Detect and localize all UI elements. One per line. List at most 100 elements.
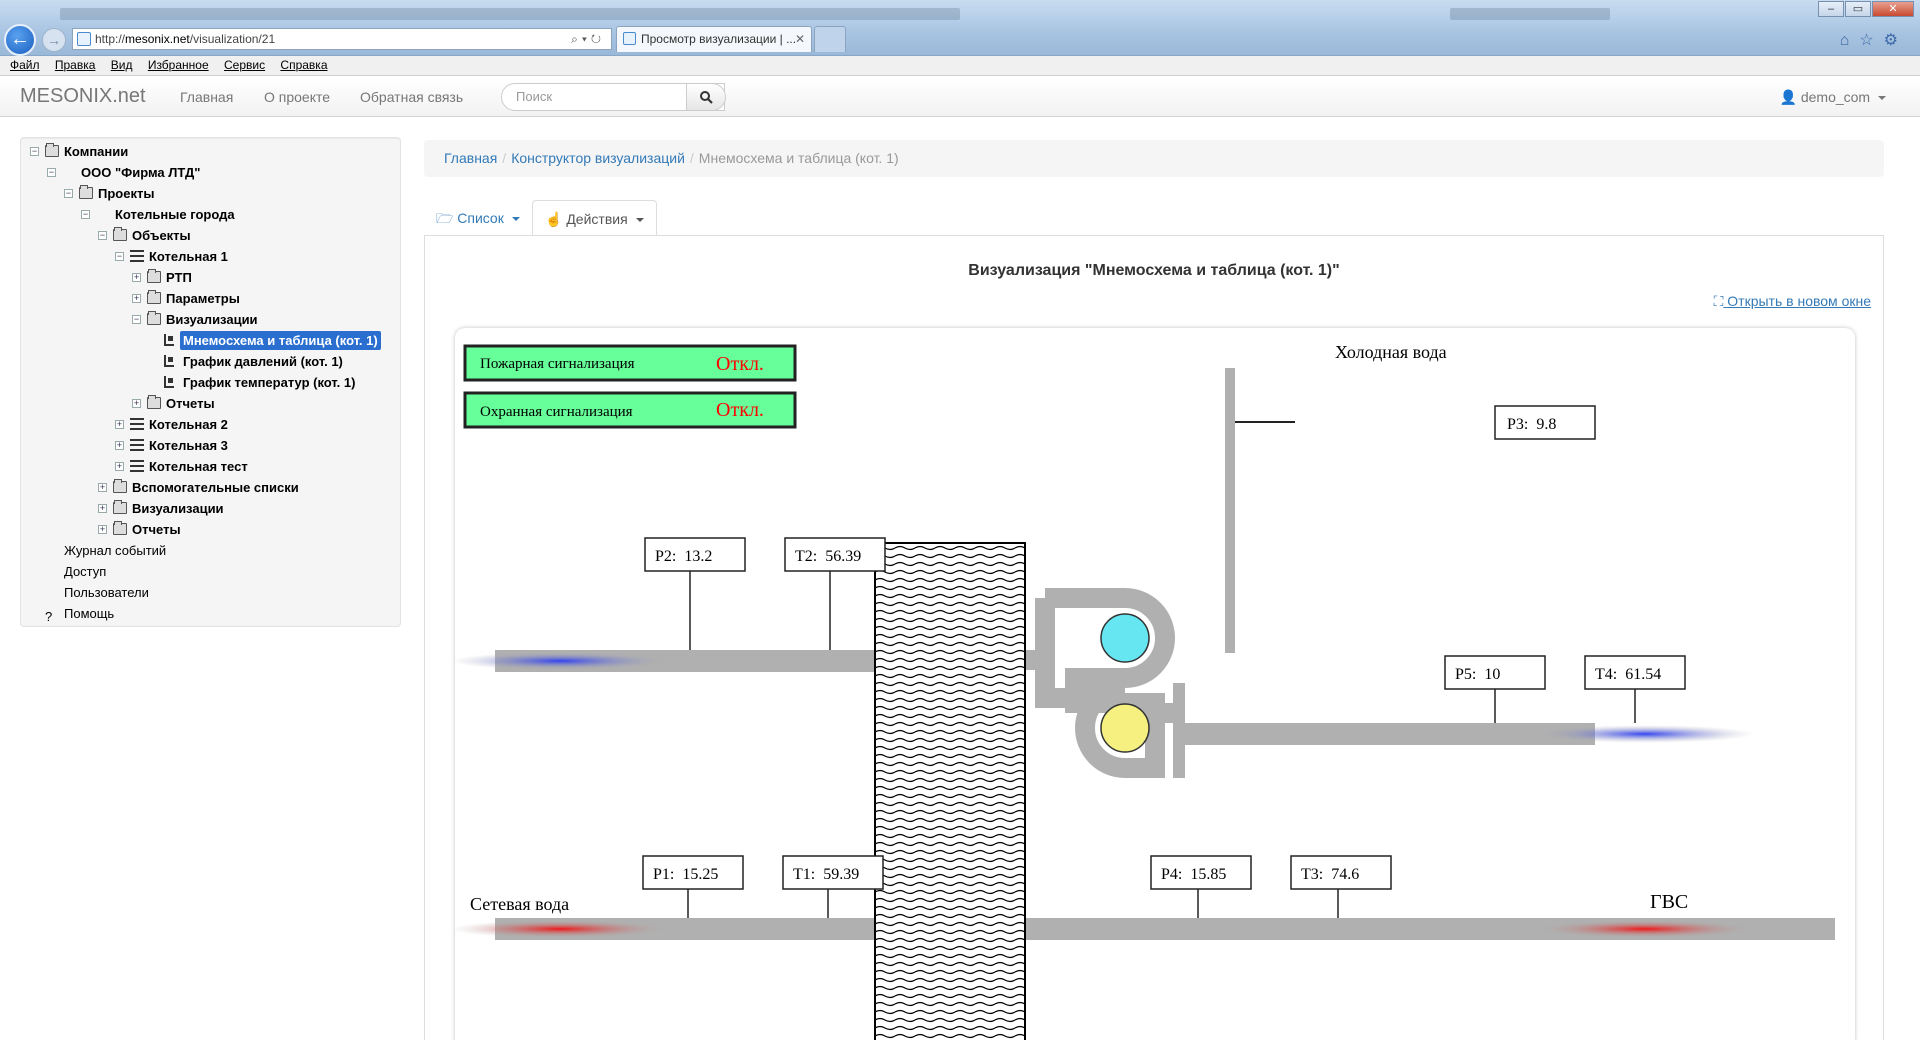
app-navbar: MESONIX.net Главная О проекте Обратная с…	[0, 77, 1920, 117]
tab-close-icon[interactable]: ✕	[795, 27, 805, 51]
computer-icon	[96, 208, 110, 220]
tree-item-label: Отчеты	[166, 396, 215, 411]
window-close-icon[interactable]: ✕	[1872, 1, 1914, 17]
pointer-hand-icon: ☝	[545, 211, 563, 227]
collapse-icon[interactable]: −	[81, 210, 90, 219]
user-name: demo_com	[1800, 89, 1871, 105]
home-icon[interactable]: ⌂	[1840, 32, 1860, 49]
expand-icon[interactable]: +	[98, 525, 107, 534]
collapse-icon[interactable]: −	[30, 147, 39, 156]
site-favicon-icon	[77, 32, 91, 46]
reading-p5: P5: 10	[1444, 655, 1546, 723]
nav-about[interactable]: О проекте	[264, 89, 330, 105]
folder-open-icon	[79, 185, 93, 199]
chart-icon	[164, 334, 174, 346]
user-icon: 👤	[1779, 89, 1797, 105]
blurred-toolbar-right	[1450, 8, 1610, 20]
open-new-window-link[interactable]: ⛶ Открыть в новом окне	[1714, 293, 1871, 310]
expand-icon[interactable]: +	[98, 483, 107, 492]
tree-item-label: Компании	[64, 144, 129, 159]
svg-text:P1:15.25: P1: 15.25	[653, 866, 718, 883]
hot-flow-left	[455, 920, 670, 938]
expand-icon[interactable]: +	[115, 462, 124, 471]
tree-item-label: Мнемосхема и таблица (кот. 1)	[180, 331, 381, 350]
breadcrumb: Главная / Конструктор визуализаций / Мнемосх…	[424, 140, 1884, 177]
list-icon	[130, 460, 144, 472]
tree-item-label: Визуализации	[132, 501, 224, 516]
tree-item-label: График давлений (кот. 1)	[183, 354, 343, 369]
breadcrumb-separator: /	[502, 150, 507, 166]
cold-water-label: Холодная вода	[1335, 342, 1447, 362]
reading-p5-name: P5:	[1455, 666, 1476, 683]
brand-logo[interactable]: MESONIX.net	[20, 85, 146, 108]
pump-assembly	[1035, 588, 1185, 778]
address-tools-icon[interactable]: ⌕▾↻	[571, 29, 605, 49]
tree-item-label: Котельная 2	[149, 417, 228, 432]
breadcrumb-separator: /	[689, 150, 694, 166]
menu-view[interactable]: Вид	[111, 56, 133, 75]
tab-actions[interactable]: ☝ Действия	[532, 200, 657, 236]
tree-item-label: Котельные города	[115, 207, 235, 222]
collapse-icon[interactable]: −	[47, 168, 56, 177]
collapse-icon[interactable]: −	[132, 315, 141, 324]
menu-edit[interactable]: Правка	[55, 56, 96, 75]
reading-p2: P2: 13.2	[644, 537, 746, 650]
settings-gear-icon[interactable]: ⚙	[1884, 32, 1908, 49]
new-tab-button[interactable]	[814, 26, 846, 52]
reading-p1: P1: 15.25	[642, 855, 744, 918]
menu-file[interactable]: Файл	[10, 56, 40, 75]
search-button[interactable]	[686, 83, 726, 111]
favorites-star-icon[interactable]: ☆	[1859, 32, 1883, 49]
reading-t2: T2: 56.39	[784, 537, 886, 650]
address-bar[interactable]: http://mesonix.net/visualization/21 ⌕▾↻	[72, 28, 612, 50]
collapse-icon[interactable]: −	[115, 252, 124, 261]
svg-text:P2:13.2: P2: 13.2	[655, 548, 712, 565]
browser-tab-active[interactable]: Просмотр визуализации | ... ✕	[616, 26, 812, 52]
help-icon: ?	[45, 609, 53, 624]
hot-water-label: ГВС	[1650, 891, 1688, 913]
expand-icon[interactable]: +	[115, 420, 124, 429]
cold-flow-right	[1535, 725, 1755, 743]
expand-icon[interactable]: +	[132, 399, 141, 408]
reading-p5-value: 10	[1484, 666, 1500, 683]
url-prefix: http://	[95, 32, 126, 46]
breadcrumb-constructor[interactable]: Конструктор визуализаций	[511, 150, 685, 166]
heat-exchanger	[874, 542, 1026, 1040]
expand-icon[interactable]: +	[132, 273, 141, 282]
minimize-icon[interactable]: –	[1818, 1, 1844, 17]
menu-favorites[interactable]: Избранное	[148, 56, 209, 75]
expand-icon[interactable]: +	[98, 504, 107, 513]
reading-t1: T1: 59.39	[782, 855, 884, 918]
fire-alarm-box: Пожарная сигнализация Откл.	[463, 344, 797, 382]
back-icon[interactable]: ←	[4, 24, 36, 56]
nav-feedback[interactable]: Обратная связь	[360, 89, 463, 105]
user-menu[interactable]: 👤 demo_com	[1780, 89, 1886, 106]
reading-p3-value: 9.8	[1536, 416, 1556, 433]
menu-help[interactable]: Справка	[280, 56, 327, 75]
folder-icon	[113, 479, 127, 493]
expand-icon[interactable]: +	[115, 441, 124, 450]
browser-tab-title: Просмотр визуализации | ...	[641, 32, 797, 46]
nav-home[interactable]: Главная	[180, 89, 233, 105]
chevron-down-icon	[635, 218, 644, 223]
list-icon	[130, 418, 144, 430]
breadcrumb-home[interactable]: Главная	[444, 150, 497, 166]
reading-p2-name: P2:	[655, 548, 676, 565]
menu-tools[interactable]: Сервис	[224, 56, 265, 75]
collapse-icon[interactable]: −	[64, 189, 73, 198]
browser-menubar: Файл Правка Вид Избранное Сервис Справка	[0, 56, 1920, 76]
forward-icon[interactable]: →	[42, 28, 66, 52]
tree-item-label: Журнал событий	[64, 543, 167, 558]
tree-item-label: Котельная 3	[149, 438, 228, 453]
maximize-icon[interactable]: ▭	[1845, 1, 1871, 17]
tree-item-label: Проекты	[98, 186, 155, 201]
reading-t4-name: T4:	[1595, 666, 1617, 683]
collapse-icon[interactable]: −	[98, 231, 107, 240]
expand-icon[interactable]: +	[132, 294, 141, 303]
tab-list-label: Список	[457, 210, 504, 226]
security-alarm-state: Откл.	[716, 399, 764, 421]
reading-p4-name: P4:	[1161, 866, 1182, 883]
p3-tick	[1235, 421, 1295, 423]
reading-p2-value: 13.2	[684, 548, 712, 565]
tab-list[interactable]: 🗁 Список	[424, 200, 532, 236]
